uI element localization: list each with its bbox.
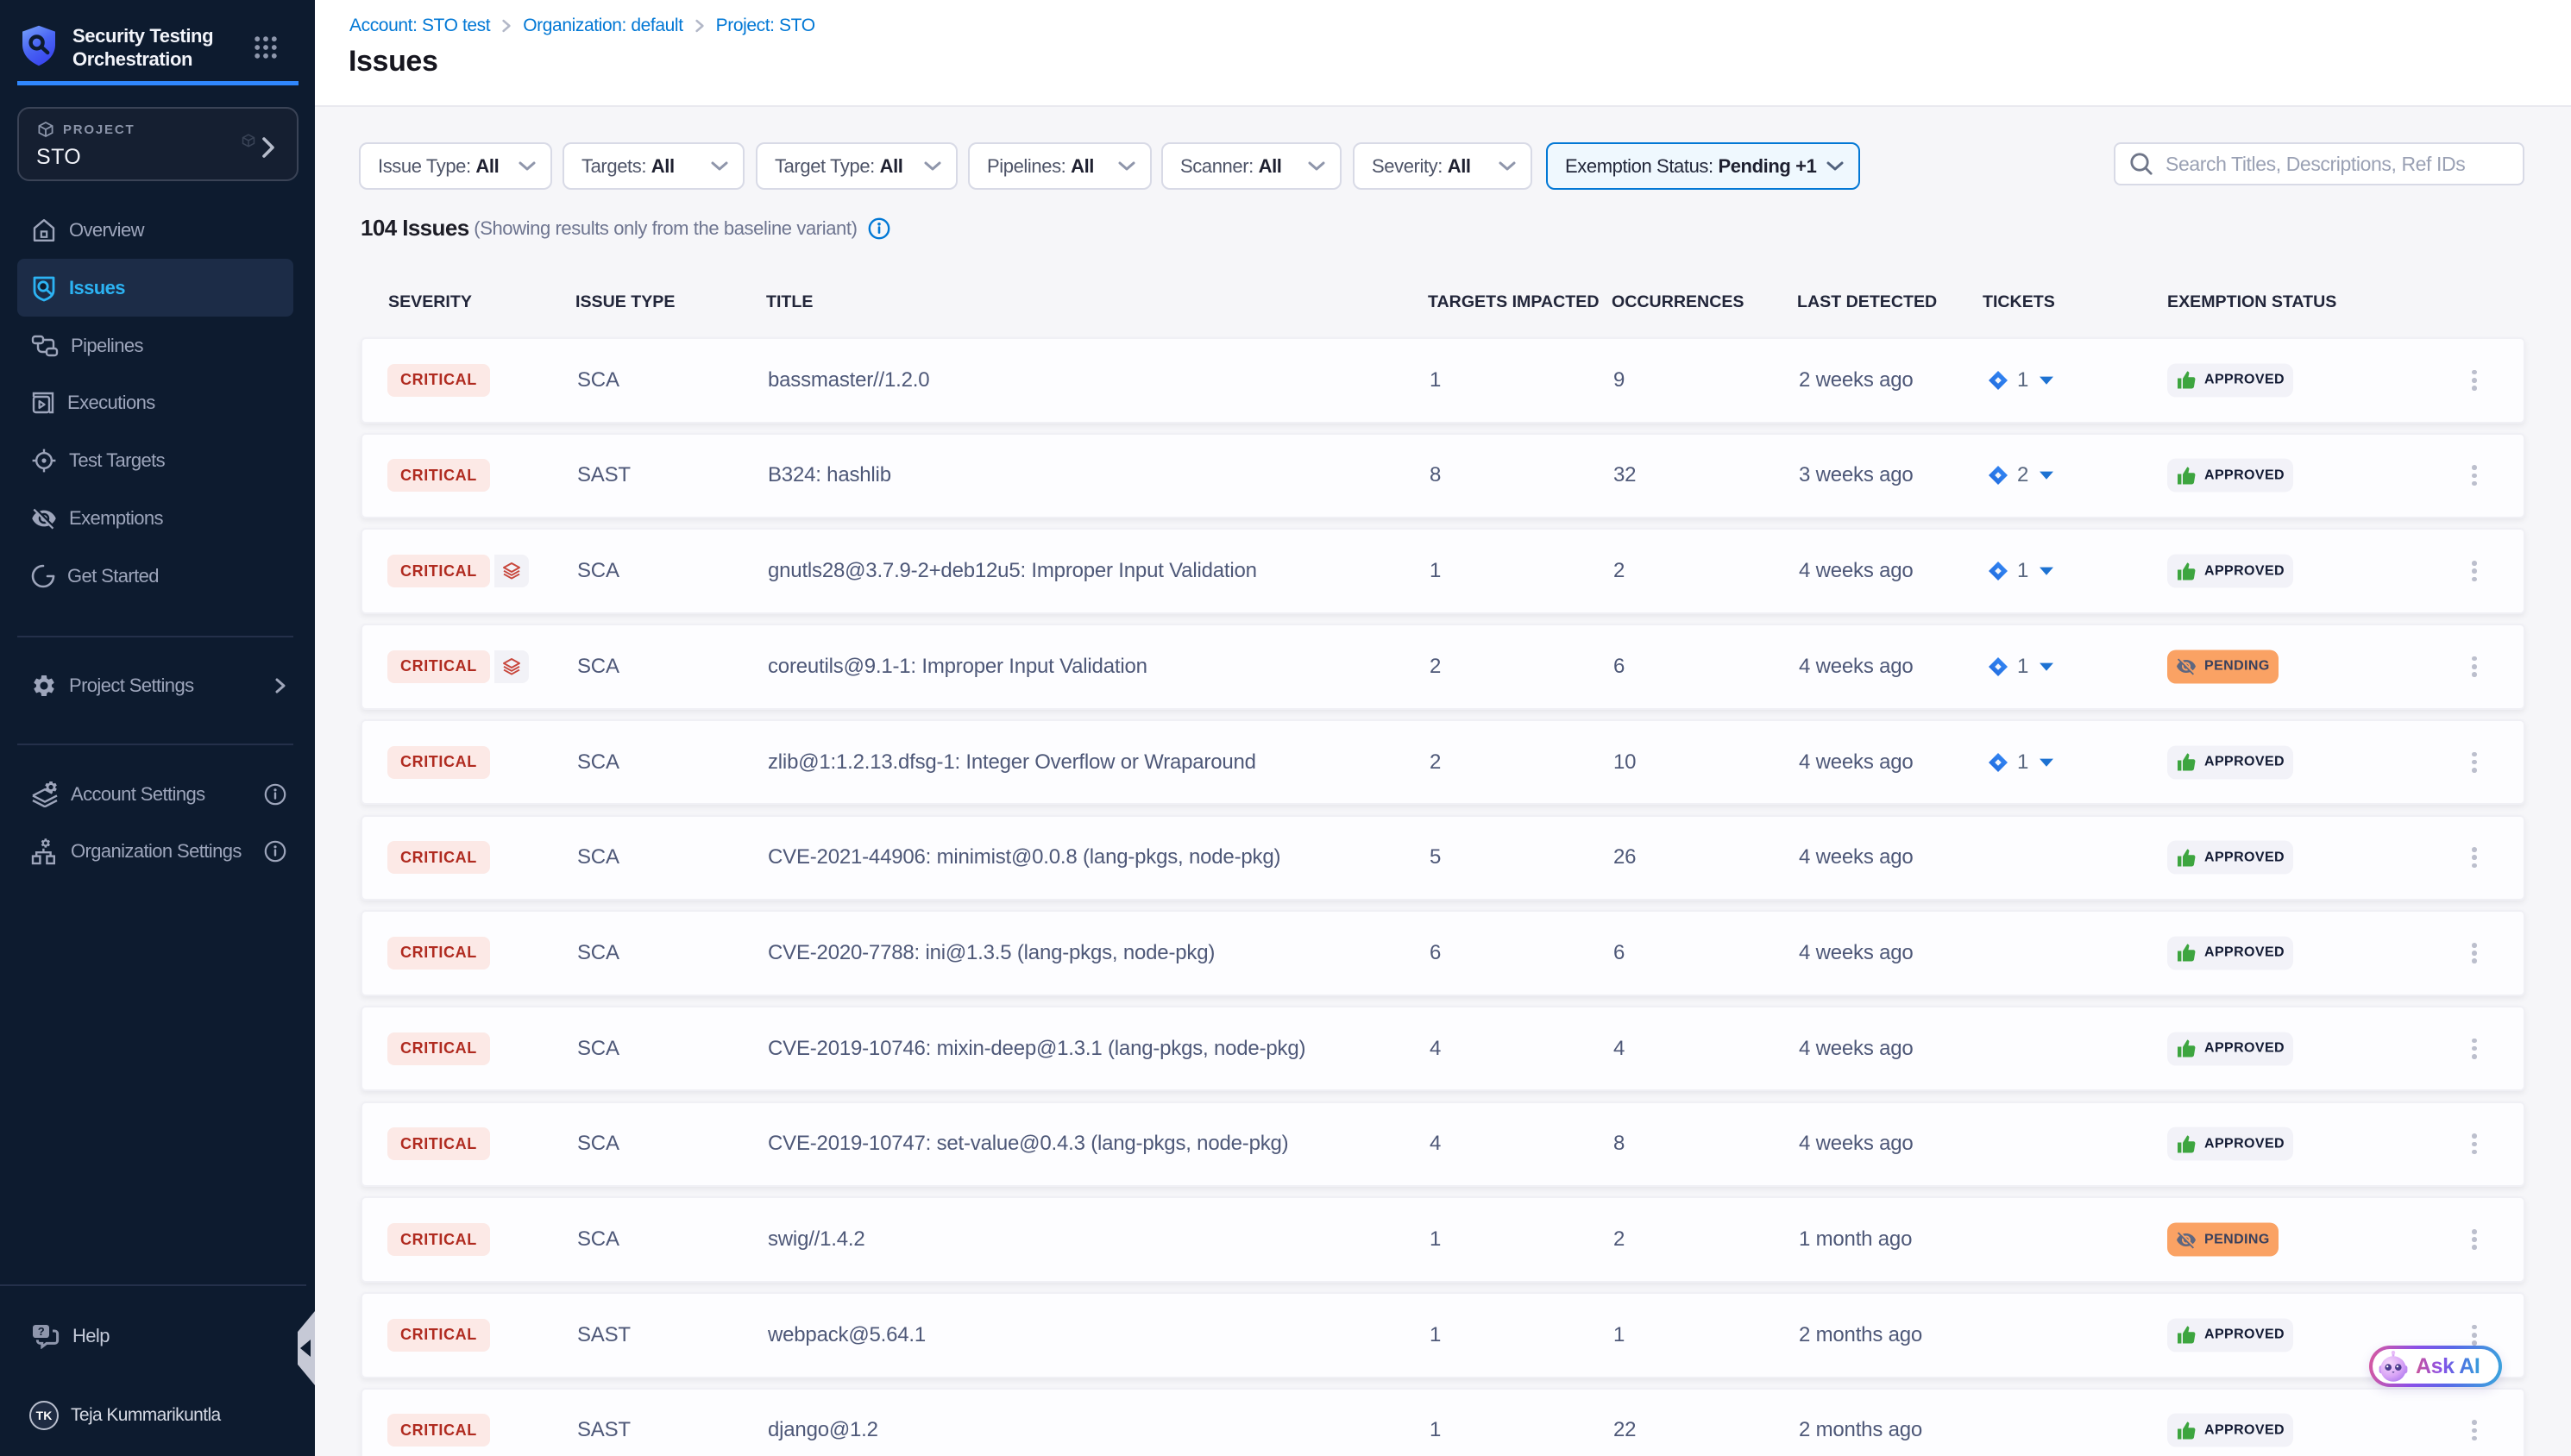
svg-text:?: ?: [38, 1325, 45, 1338]
